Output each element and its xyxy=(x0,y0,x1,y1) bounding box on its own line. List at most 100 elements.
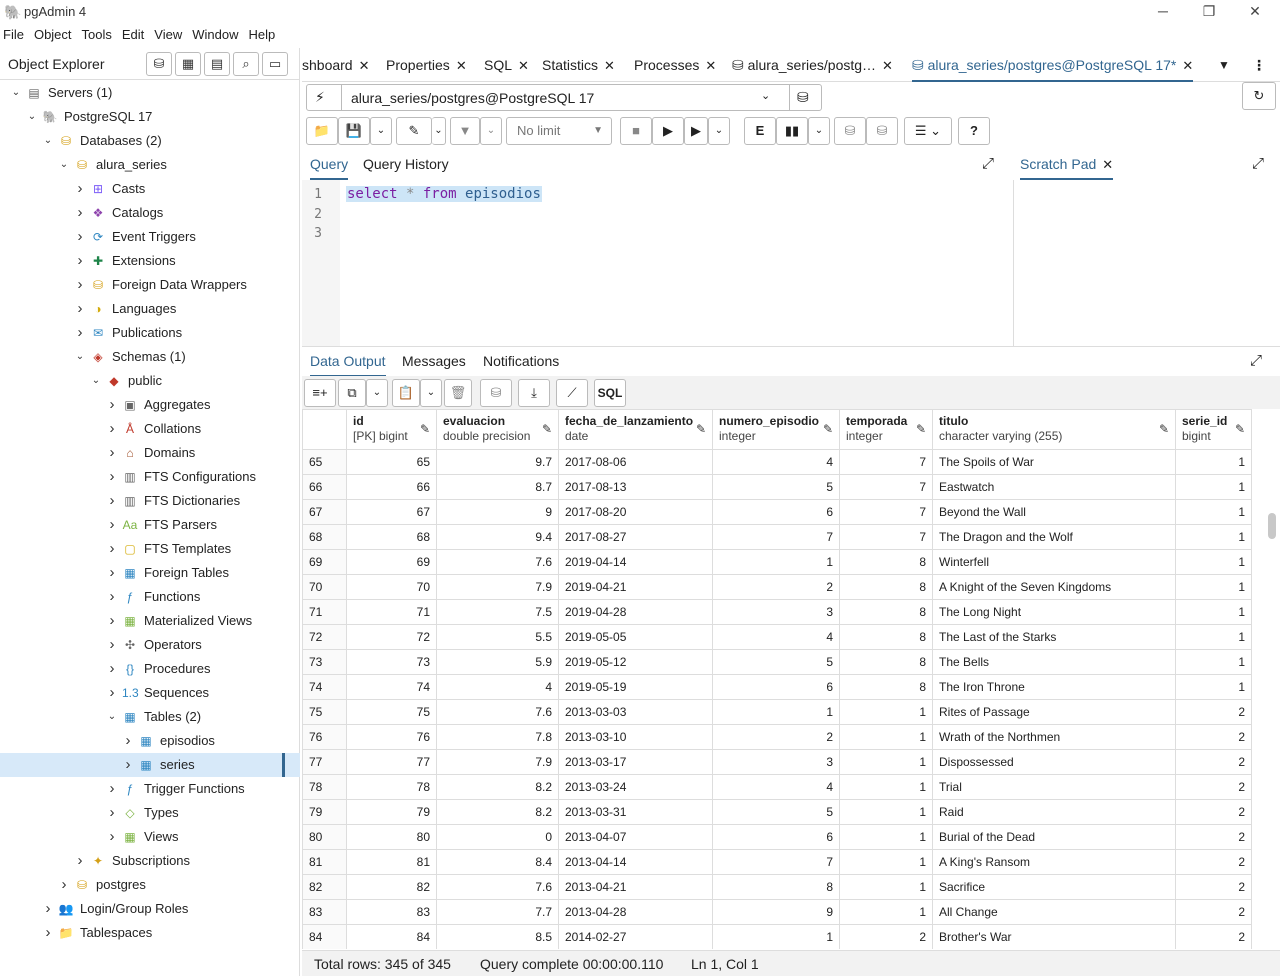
filtered-rows-icon[interactable]: ▤ xyxy=(204,52,230,76)
explain-options-chevron-icon[interactable]: ⌄ xyxy=(808,117,830,145)
chevron-right-icon[interactable]: › xyxy=(74,321,86,345)
sql-button[interactable]: SQL xyxy=(594,379,626,407)
table-cell[interactable]: 1 xyxy=(1175,449,1252,475)
table-cell[interactable]: 9 xyxy=(712,899,840,925)
table-cell[interactable]: 68 xyxy=(346,524,437,550)
tab-dashboard[interactable]: shboard ✕ xyxy=(302,48,370,82)
table-cell[interactable]: 2 xyxy=(1175,724,1252,750)
chevron-right-icon[interactable]: › xyxy=(58,873,70,897)
chevron-right-icon[interactable]: › xyxy=(42,921,54,945)
table-cell[interactable]: 7 xyxy=(839,474,933,500)
table-row[interactable]: 81 81 8.4 2013-04-14 7 1 A King's Ransom 2 xyxy=(302,849,1252,875)
column-header[interactable]: titulo character varying (255) ✎ xyxy=(932,409,1176,450)
chevron-right-icon[interactable]: › xyxy=(74,297,86,321)
table-cell[interactable]: 1 xyxy=(1175,474,1252,500)
row-number[interactable]: 66 xyxy=(302,474,347,500)
table-row[interactable]: 77 77 7.9 2013-03-17 3 1 Dispossessed 2 xyxy=(302,749,1252,775)
menu-window[interactable]: Window xyxy=(189,24,242,46)
table-cell[interactable]: 1 xyxy=(1175,649,1252,675)
table-cell[interactable]: 83 xyxy=(346,899,437,925)
tree-item[interactable]: › ▥ FTS Configurations xyxy=(0,465,300,489)
table-cell[interactable]: 2013-03-17 xyxy=(558,749,713,775)
row-number[interactable]: 79 xyxy=(302,799,347,825)
table-cell[interactable]: Brother's War xyxy=(932,924,1176,949)
table-cell[interactable]: Eastwatch xyxy=(932,474,1176,500)
table-cell[interactable]: 7.6 xyxy=(436,699,559,725)
chevron-down-icon[interactable]: ⌄ xyxy=(74,345,86,369)
expand-icon[interactable]: ⤢ xyxy=(1252,150,1264,180)
table-cell[interactable]: 8.4 xyxy=(436,849,559,875)
close-tab-icon[interactable]: ✕ xyxy=(1102,157,1113,172)
commit-icon[interactable]: ⛁ xyxy=(834,117,866,145)
chevron-right-icon[interactable]: › xyxy=(106,513,118,537)
table-cell[interactable]: 69 xyxy=(346,549,437,575)
explain-analyze-icon[interactable]: ▮▮ xyxy=(776,117,808,145)
chevron-down-icon[interactable]: ⌄ xyxy=(90,369,102,393)
tree-item[interactable]: ⌄ ⛁ Databases (2) xyxy=(0,129,300,153)
tree-item[interactable]: › ◑ Languages xyxy=(0,297,300,321)
chevron-right-icon[interactable]: › xyxy=(106,825,118,849)
edit-column-icon[interactable]: ✎ xyxy=(542,422,552,436)
table-cell[interactable]: 4 xyxy=(436,674,559,700)
chevron-right-icon[interactable]: › xyxy=(106,417,118,441)
table-row[interactable]: 78 78 8.2 2013-03-24 4 1 Trial 2 xyxy=(302,774,1252,800)
table-cell[interactable]: 84 xyxy=(346,924,437,949)
table-cell[interactable]: A King's Ransom xyxy=(932,849,1176,875)
table-cell[interactable]: 7.6 xyxy=(436,874,559,900)
table-cell[interactable]: 4 xyxy=(712,774,840,800)
table-cell[interactable]: 7 xyxy=(839,449,933,475)
tree-item[interactable]: › ▦ Materialized Views xyxy=(0,609,300,633)
download-icon[interactable]: ⤓ xyxy=(518,379,550,407)
tree-item[interactable]: › ▦ Views xyxy=(0,825,300,849)
table-cell[interactable]: 2017-08-27 xyxy=(558,524,713,550)
macros-icon[interactable]: ☰ ⌄ xyxy=(904,117,952,145)
chevron-right-icon[interactable]: › xyxy=(122,753,134,777)
table-cell[interactable]: The Spoils of War xyxy=(932,449,1176,475)
table-row[interactable]: 79 79 8.2 2013-03-31 5 1 Raid 2 xyxy=(302,799,1252,825)
row-number[interactable]: 74 xyxy=(302,674,347,700)
chevron-down-icon[interactable]: ⌄ xyxy=(26,105,38,129)
table-cell[interactable]: 1 xyxy=(1175,624,1252,650)
chevron-right-icon[interactable]: › xyxy=(106,561,118,585)
table-cell[interactable]: 1 xyxy=(712,699,840,725)
table-cell[interactable]: 1 xyxy=(712,924,840,949)
table-cell[interactable]: Dispossessed xyxy=(932,749,1176,775)
code-line-1[interactable]: select * from episodios xyxy=(346,186,542,202)
table-cell[interactable]: 2013-03-03 xyxy=(558,699,713,725)
more-options-icon[interactable]: ⋮ xyxy=(1252,48,1266,82)
table-cell[interactable]: 7.9 xyxy=(436,749,559,775)
row-number[interactable]: 73 xyxy=(302,649,347,675)
tree-item[interactable]: ⌄ ⛁ alura_series xyxy=(0,153,300,177)
table-cell[interactable]: 6 xyxy=(712,824,840,850)
tree-item[interactable]: › ⊞ Casts xyxy=(0,177,300,201)
table-cell[interactable]: Burial of the Dead xyxy=(932,824,1176,850)
table-cell[interactable]: 8 xyxy=(839,599,933,625)
tree-item[interactable]: › 1.3 Sequences xyxy=(0,681,300,705)
table-cell[interactable]: Beyond the Wall xyxy=(932,499,1176,525)
menu-file[interactable]: File xyxy=(0,24,28,46)
table-cell[interactable]: Raid xyxy=(932,799,1176,825)
table-row[interactable]: 83 83 7.7 2013-04-28 9 1 All Change 2 xyxy=(302,899,1252,925)
save-options-chevron-icon[interactable]: ⌄ xyxy=(370,117,392,145)
table-cell[interactable]: 77 xyxy=(346,749,437,775)
tree-item[interactable]: › {} Procedures xyxy=(0,657,300,681)
chevron-right-icon[interactable]: › xyxy=(74,273,86,297)
table-cell[interactable]: 78 xyxy=(346,774,437,800)
chevron-down-icon[interactable]: ⌄ xyxy=(58,153,70,177)
tab-query-history[interactable]: Query History xyxy=(363,150,449,180)
table-cell[interactable]: 5 xyxy=(712,799,840,825)
tab-notifications[interactable]: Notifications xyxy=(483,347,559,377)
filter-options-chevron-icon[interactable]: ⌄ xyxy=(480,117,502,145)
chevron-down-icon[interactable]: ⌄ xyxy=(42,129,54,153)
table-row[interactable]: 65 65 9.7 2017-08-06 4 7 The Spoils of War 1 xyxy=(302,449,1252,475)
table-cell[interactable]: 74 xyxy=(346,674,437,700)
table-cell[interactable]: 2013-04-28 xyxy=(558,899,713,925)
table-cell[interactable]: 2014-02-27 xyxy=(558,924,713,949)
chevron-down-icon[interactable]: ⌄ xyxy=(10,81,22,105)
table-cell[interactable]: 7 xyxy=(712,524,840,550)
table-cell[interactable]: 0 xyxy=(436,824,559,850)
tree-item[interactable]: › ✣ Operators xyxy=(0,633,300,657)
row-number[interactable]: 77 xyxy=(302,749,347,775)
table-cell[interactable]: 6 xyxy=(712,499,840,525)
tab-sql[interactable]: SQL ✕ xyxy=(484,48,529,82)
